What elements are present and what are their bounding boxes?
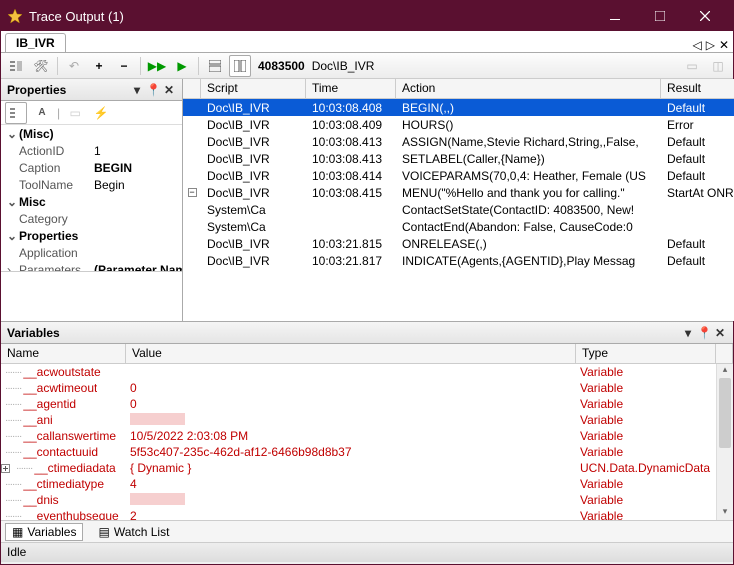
properties-header: Properties ▾ 📍 ✕ <box>1 79 182 101</box>
script-row[interactable]: Doc\IB_IVR10:03:08.408BEGIN(,,)Default <box>183 99 734 116</box>
list-icon: ▤ <box>98 525 109 539</box>
prop-row[interactable]: Application <box>1 244 182 261</box>
variables-rows[interactable]: ·······__acwoutstateVariable·······__acw… <box>1 364 733 520</box>
variables-header: Variables ▾ 📍 ✕ <box>1 322 733 344</box>
script-panel: Script Time Action Result Doc\IB_IVR10:0… <box>183 79 734 321</box>
status-bar: Idle <box>1 542 733 562</box>
tool-remove-icon[interactable]: − <box>113 55 135 77</box>
col-action[interactable]: Action <box>396 79 661 98</box>
prop-group[interactable]: ⌄(Misc) <box>1 125 182 142</box>
col-result[interactable]: Result <box>661 79 734 98</box>
tool-add-icon[interactable]: + <box>88 55 110 77</box>
prop-tool3-icon[interactable]: ▭ <box>64 102 86 124</box>
script-rows[interactable]: Doc\IB_IVR10:03:08.408BEGIN(,,)DefaultDo… <box>183 99 734 321</box>
var-close-icon[interactable]: ✕ <box>713 326 727 340</box>
properties-title: Properties <box>7 83 66 97</box>
minimize-button[interactable] <box>592 1 637 31</box>
col-time[interactable]: Time <box>306 79 396 98</box>
variable-row[interactable]: ·······__aniVariable <box>1 412 733 428</box>
tool-undo-icon[interactable]: ↶ <box>63 55 85 77</box>
prop-row[interactable]: ActionID1 <box>1 142 182 159</box>
tab-next-icon[interactable]: ▷ <box>706 38 715 52</box>
tab-watchlist[interactable]: ▤ Watch List <box>91 523 176 541</box>
tool-layout1-icon[interactable] <box>204 55 226 77</box>
tab-variables[interactable]: ▦ Variables <box>5 523 83 541</box>
prop-sort-cat-icon[interactable] <box>5 102 27 124</box>
scroll-thumb[interactable] <box>719 378 731 448</box>
scroll-down-icon[interactable]: ▾ <box>717 506 733 520</box>
prop-group[interactable]: ⌄Properties <box>1 227 182 244</box>
toolbar-id: 4083500 <box>258 59 305 73</box>
script-row[interactable]: Doc\IB_IVR10:03:08.409HOURS()Error <box>183 116 734 133</box>
variable-row[interactable]: ·······__contactuuid5f53c407-235c-462d-a… <box>1 444 733 460</box>
tool-layout2-icon[interactable] <box>229 55 251 77</box>
var-col-name[interactable]: Name <box>1 344 126 363</box>
var-dropdown-icon[interactable]: ▾ <box>681 326 695 340</box>
variables-panel: Variables ▾ 📍 ✕ Name Value Type ·······_… <box>1 321 733 542</box>
tab-prev-icon[interactable]: ◁ <box>692 38 701 52</box>
close-panel-icon[interactable]: ✕ <box>162 83 176 97</box>
titlebar: Trace Output (1) <box>1 1 733 31</box>
variable-row[interactable]: ·······__eventhubseque2Variable <box>1 508 733 520</box>
properties-panel: Properties ▾ 📍 ✕ A | ▭ ⚡ ⌄(Misc)ActionID… <box>1 79 183 321</box>
scroll-up-icon[interactable]: ▴ <box>717 364 733 378</box>
variable-row[interactable]: ·······__ctimediatype4Variable <box>1 476 733 492</box>
tool-settings-icon[interactable]: 🛠 <box>30 55 52 77</box>
variable-row[interactable]: ·······__dnisVariable <box>1 492 733 508</box>
script-row[interactable]: Doc\IB_IVR10:03:21.817INDICATE(Agents,{A… <box>183 252 734 269</box>
document-tabstrip: IB_IVR ◁ ▷ ✕ <box>1 31 733 53</box>
properties-grid[interactable]: ⌄(Misc)ActionID1CaptionBEGINToolNameBegi… <box>1 125 182 271</box>
tab-ib-ivr[interactable]: IB_IVR <box>5 33 66 52</box>
tool-play-icon[interactable]: ▶▶ <box>146 55 168 77</box>
var-col-value[interactable]: Value <box>126 344 576 363</box>
script-row[interactable]: −Doc\IB_IVR10:03:08.415MENU("%Hello and … <box>183 184 734 201</box>
var-col-type[interactable]: Type <box>576 344 716 363</box>
variable-row[interactable]: ·······__callanswertime10/5/2022 2:03:08… <box>1 428 733 444</box>
tool-right1-icon[interactable]: ▭ <box>681 55 703 77</box>
dropdown-icon[interactable]: ▾ <box>130 83 144 97</box>
tool-step-icon[interactable]: ▶ <box>171 55 193 77</box>
script-row[interactable]: Doc\IB_IVR10:03:21.815ONRELEASE(,)Defaul… <box>183 235 734 252</box>
prop-group[interactable]: ⌄Misc <box>1 193 182 210</box>
tool-right2-icon[interactable]: ◫ <box>707 55 729 77</box>
prop-row[interactable]: CaptionBEGIN <box>1 159 182 176</box>
prop-tool4-icon[interactable]: ⚡ <box>90 102 112 124</box>
prop-sort-alpha-icon[interactable]: A <box>31 102 53 124</box>
variable-row[interactable]: ·······__acwoutstateVariable <box>1 364 733 380</box>
variable-row[interactable]: ·······__agentid0Variable <box>1 396 733 412</box>
tool-categorize-icon[interactable] <box>5 55 27 77</box>
window-title: Trace Output (1) <box>29 9 592 24</box>
prop-row[interactable]: Category <box>1 210 182 227</box>
grid-icon: ▦ <box>12 525 23 539</box>
pin-icon[interactable]: 📍 <box>146 83 160 97</box>
script-row[interactable]: Doc\IB_IVR10:03:08.413SETLABEL(Caller,{N… <box>183 150 734 167</box>
prop-row[interactable]: ToolNameBegin <box>1 176 182 193</box>
variable-row[interactable]: ·······__ctimediadata{ Dynamic }UCN.Data… <box>1 460 733 476</box>
var-pin-icon[interactable]: 📍 <box>697 326 711 340</box>
close-button[interactable] <box>682 1 727 31</box>
prop-row[interactable]: ›Parameters(Parameter Name) <box>1 261 182 271</box>
scrollbar[interactable]: ▴ ▾ <box>716 364 733 520</box>
bottom-tabstrip: ▦ Variables ▤ Watch List <box>1 520 733 542</box>
properties-toolbar: A | ▭ ⚡ <box>1 101 182 125</box>
script-header: Script Time Action Result <box>183 79 734 99</box>
script-row[interactable]: System\CaContactSetState(ContactID: 4083… <box>183 201 734 218</box>
app-icon <box>7 8 23 24</box>
variables-title: Variables <box>7 326 60 340</box>
toolbar: 🛠 ↶ + − ▶▶ ▶ 4083500 Doc\IB_IVR ▭ ◫ <box>1 53 733 79</box>
tab-close-icon[interactable]: ✕ <box>719 38 729 52</box>
variable-row[interactable]: ·······__acwtimeout0Variable <box>1 380 733 396</box>
script-row[interactable]: System\CaContactEnd(Abandon: False, Caus… <box>183 218 734 235</box>
script-row[interactable]: Doc\IB_IVR10:03:08.413ASSIGN(Name,Stevie… <box>183 133 734 150</box>
script-row[interactable]: Doc\IB_IVR10:03:08.414VOICEPARAMS(70,0,4… <box>183 167 734 184</box>
properties-description <box>1 271 182 321</box>
col-script[interactable]: Script <box>201 79 306 98</box>
maximize-button[interactable] <box>637 1 682 31</box>
toolbar-doc: Doc\IB_IVR <box>312 59 375 73</box>
variables-columns: Name Value Type <box>1 344 733 364</box>
